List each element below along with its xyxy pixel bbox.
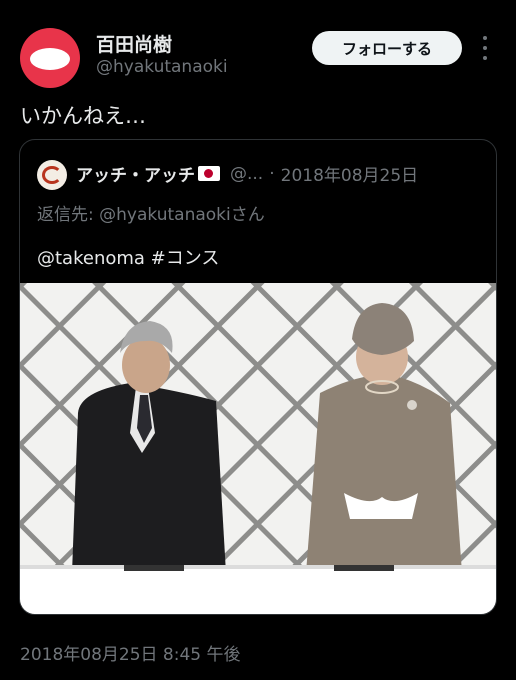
quoted-author-handle[interactable]: @... xyxy=(230,164,263,184)
japan-flag-icon xyxy=(198,166,220,181)
tweet-text: いかんねえ… xyxy=(20,104,146,128)
reply-handle-link[interactable]: @hyakutanaoki xyxy=(99,205,231,225)
quoted-tweet-header: アッチ・アッチ @... · 2018年08月25日 xyxy=(76,161,419,187)
quoted-author-name[interactable]: アッチ・アッチ xyxy=(76,161,195,186)
follow-button[interactable]: フォローする xyxy=(312,31,462,65)
reply-to-line: 返信先: @hyakutanaokiさん xyxy=(37,200,265,225)
quoted-tweet-text: @takenoma #コンス xyxy=(37,248,220,269)
reply-prefix: 返信先: xyxy=(37,205,100,225)
author-avatar[interactable] xyxy=(20,28,80,88)
quoted-tweet-date[interactable]: 2018年08月25日 xyxy=(281,161,419,186)
author-handle[interactable]: @hyakutanaoki xyxy=(96,57,228,77)
quoted-tweet-card[interactable]: アッチ・アッチ @... · 2018年08月25日 返信先: @hyakuta… xyxy=(19,139,497,615)
more-dots-vertical-icon[interactable] xyxy=(478,36,492,60)
separator-dot: · xyxy=(269,163,275,184)
tweet-timestamp[interactable]: 2018年08月25日 8:45 午後 xyxy=(20,640,241,665)
quoted-tweet-photo[interactable] xyxy=(20,283,496,614)
reply-suffix: さん xyxy=(230,205,265,225)
quoted-author-avatar[interactable] xyxy=(37,160,67,190)
avatar-logo-shape xyxy=(30,48,70,70)
author-name[interactable]: 百田尚樹 xyxy=(96,30,172,57)
